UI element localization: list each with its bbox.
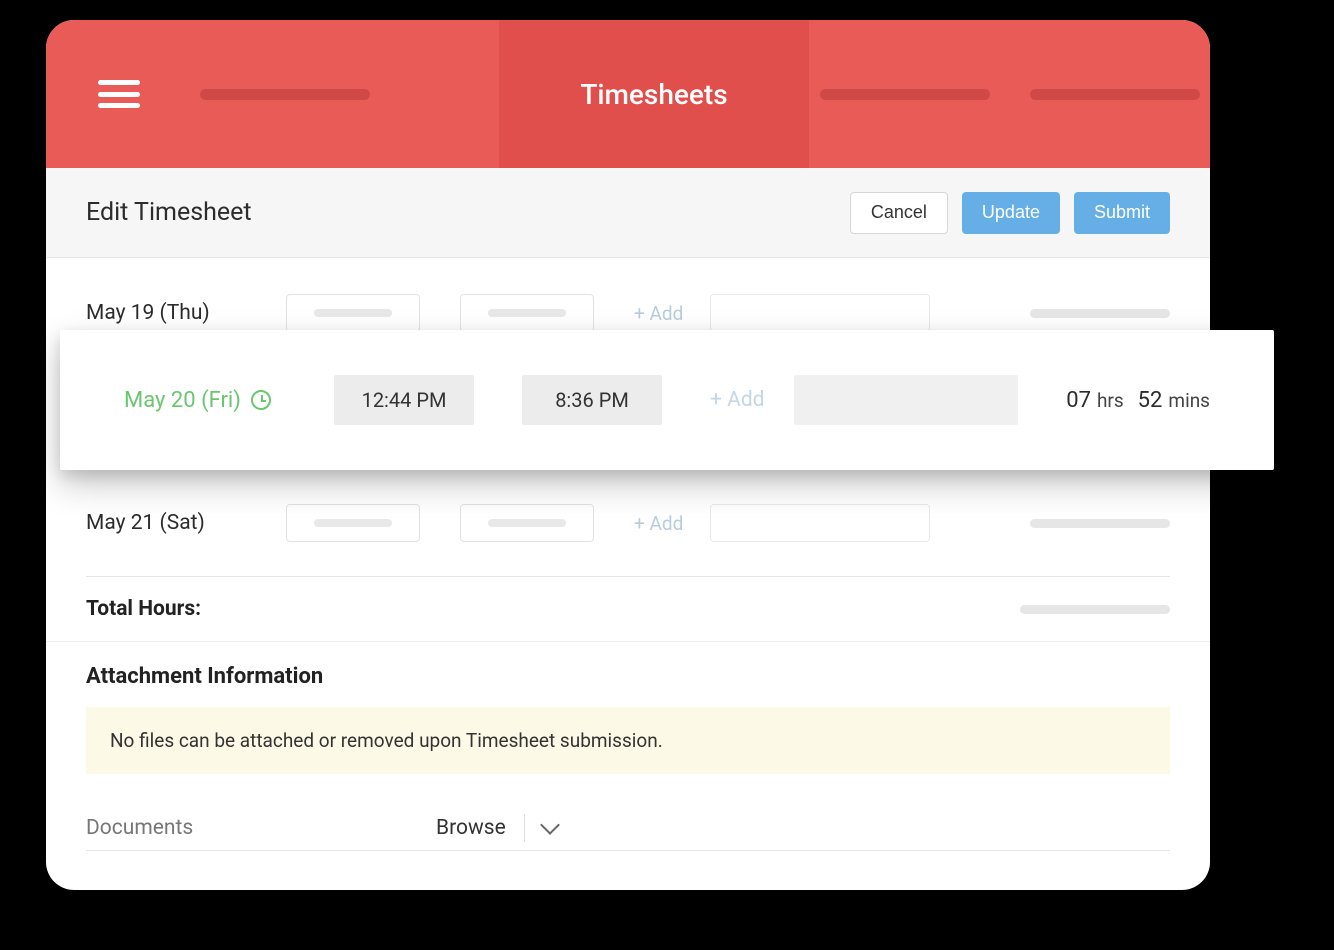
browse-label: Browse bbox=[436, 816, 506, 840]
total-hours-placeholder bbox=[1020, 605, 1170, 614]
action-buttons: Cancel Update Submit bbox=[850, 192, 1170, 234]
chevron-down-icon bbox=[540, 815, 560, 835]
day-row-may-21: May 21 (Sat) + Add bbox=[46, 488, 1210, 558]
header-active-tab[interactable]: Timesheets bbox=[499, 20, 809, 168]
mins-unit: mins bbox=[1168, 389, 1210, 412]
attachment-warning-banner: No files can be attached or removed upon… bbox=[86, 707, 1170, 774]
add-entry-link[interactable]: + Add bbox=[710, 388, 780, 412]
attachment-section-title: Attachment Information bbox=[46, 642, 1210, 707]
day-row-may-20-active: May 20 (Fri) 12:44 PM 8:36 PM + Add 07 h… bbox=[60, 330, 1274, 470]
end-time-input[interactable] bbox=[460, 294, 594, 332]
row-hours-placeholder bbox=[1030, 519, 1170, 528]
header-title: Timesheets bbox=[580, 78, 727, 111]
header-left bbox=[46, 80, 499, 108]
clock-icon bbox=[251, 390, 271, 410]
start-time-input[interactable]: 12:44 PM bbox=[334, 375, 474, 425]
subheader: Edit Timesheet Cancel Update Submit bbox=[46, 168, 1210, 258]
documents-label: Documents bbox=[86, 816, 436, 840]
cancel-button[interactable]: Cancel bbox=[850, 192, 948, 234]
note-input[interactable] bbox=[710, 294, 930, 332]
hamburger-menu-icon[interactable] bbox=[98, 80, 140, 108]
header-tab-right-placeholder-1 bbox=[820, 89, 990, 100]
end-time-input[interactable] bbox=[460, 504, 594, 542]
total-hours-row: Total Hours: bbox=[46, 577, 1210, 642]
add-entry-link[interactable]: + Add bbox=[634, 302, 704, 325]
browse-divider bbox=[524, 814, 525, 842]
mins-value: 52 bbox=[1138, 388, 1163, 413]
day-label: May 19 (Thu) bbox=[86, 301, 286, 325]
add-entry-link[interactable]: + Add bbox=[634, 512, 704, 535]
header-tab-right-placeholder-2 bbox=[1030, 89, 1200, 100]
row-hours-placeholder bbox=[1030, 309, 1170, 318]
start-time-input[interactable] bbox=[286, 294, 420, 332]
page-title: Edit Timesheet bbox=[86, 198, 252, 227]
total-hours-label: Total Hours: bbox=[86, 597, 201, 621]
update-button[interactable]: Update bbox=[962, 192, 1060, 234]
hours-value: 07 bbox=[1066, 388, 1091, 413]
header-tab-left-placeholder bbox=[200, 89, 370, 100]
active-day-label-group: May 20 (Fri) bbox=[124, 388, 334, 413]
start-time-input[interactable] bbox=[286, 504, 420, 542]
note-input[interactable] bbox=[710, 504, 930, 542]
end-time-input[interactable]: 8:36 PM bbox=[522, 375, 662, 425]
hours-unit: hrs bbox=[1097, 389, 1124, 412]
note-input[interactable] bbox=[794, 375, 1018, 425]
browse-dropdown[interactable]: Browse bbox=[436, 814, 557, 842]
day-label: May 21 (Sat) bbox=[86, 511, 286, 535]
app-header: Timesheets bbox=[46, 20, 1210, 168]
active-day-label: May 20 (Fri) bbox=[124, 388, 241, 413]
row-duration: 07 hrs 52 mins bbox=[1066, 388, 1210, 413]
header-right bbox=[809, 89, 1210, 100]
submit-button[interactable]: Submit bbox=[1074, 192, 1170, 234]
documents-row: Documents Browse bbox=[86, 814, 1170, 851]
